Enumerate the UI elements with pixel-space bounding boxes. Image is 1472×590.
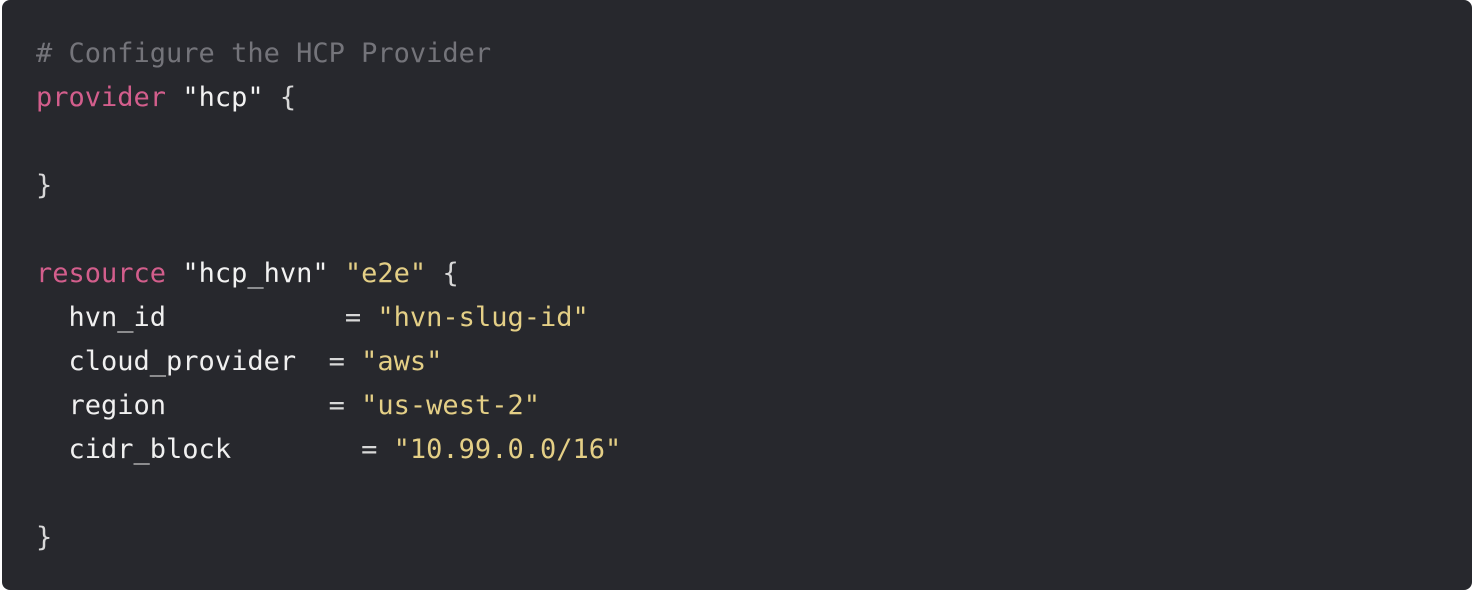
- code-line-attribute: region = "us-west-2": [36, 384, 621, 428]
- provider-open-brace: {: [279, 82, 297, 113]
- provider-close-brace: }: [36, 170, 53, 201]
- attribute-spacing: [166, 302, 345, 333]
- attribute-equals: =: [328, 346, 345, 377]
- code-content: # Configure the HCP Provider provider "hc…: [36, 32, 621, 560]
- attribute-equals: =: [361, 434, 378, 465]
- attribute-spacing: [296, 346, 329, 377]
- code-line-provider: provider "hcp" {: [36, 76, 621, 120]
- resource-open-brace: {: [442, 258, 459, 289]
- attribute-key: cidr_block: [68, 434, 232, 465]
- attribute-value: "hvn-slug-id": [377, 302, 589, 333]
- resource-keyword: resource: [36, 258, 167, 289]
- attribute-value: "10.99.0.0/16": [393, 434, 622, 465]
- code-line-attribute: cloud_provider = "aws": [36, 340, 621, 384]
- attribute-spacing: [231, 434, 361, 465]
- resource-close-brace: }: [36, 522, 53, 553]
- resource-name: "e2e": [344, 258, 427, 289]
- attribute-key: region: [68, 390, 167, 421]
- provider-keyword: provider: [36, 82, 167, 113]
- code-line-provider-close: }: [36, 164, 621, 208]
- code-line-attribute: hvn_id = "hvn-slug-id": [36, 296, 621, 340]
- attribute-key: hvn_id: [68, 302, 167, 333]
- attribute-spacing: [166, 390, 329, 421]
- code-line-resource-close: }: [36, 516, 621, 560]
- comment-text: # Configure the HCP Provider: [36, 38, 492, 69]
- code-line-comment: # Configure the HCP Provider: [36, 32, 621, 76]
- attribute-value: "us-west-2": [361, 390, 540, 421]
- attribute-key: cloud_provider: [68, 346, 297, 377]
- provider-name: "hcp": [182, 82, 264, 113]
- code-line-resource: resource "hcp_hvn" "e2e" {: [36, 252, 621, 296]
- resource-type: "hcp_hvn": [182, 258, 329, 289]
- attribute-value: "aws": [361, 346, 443, 377]
- attribute-equals: =: [328, 390, 345, 421]
- attribute-equals: =: [344, 302, 362, 333]
- code-line-attribute: cidr_block = "10.99.0.0/16": [36, 428, 622, 472]
- code-block: # Configure the HCP Provider provider "hc…: [2, 0, 1472, 590]
